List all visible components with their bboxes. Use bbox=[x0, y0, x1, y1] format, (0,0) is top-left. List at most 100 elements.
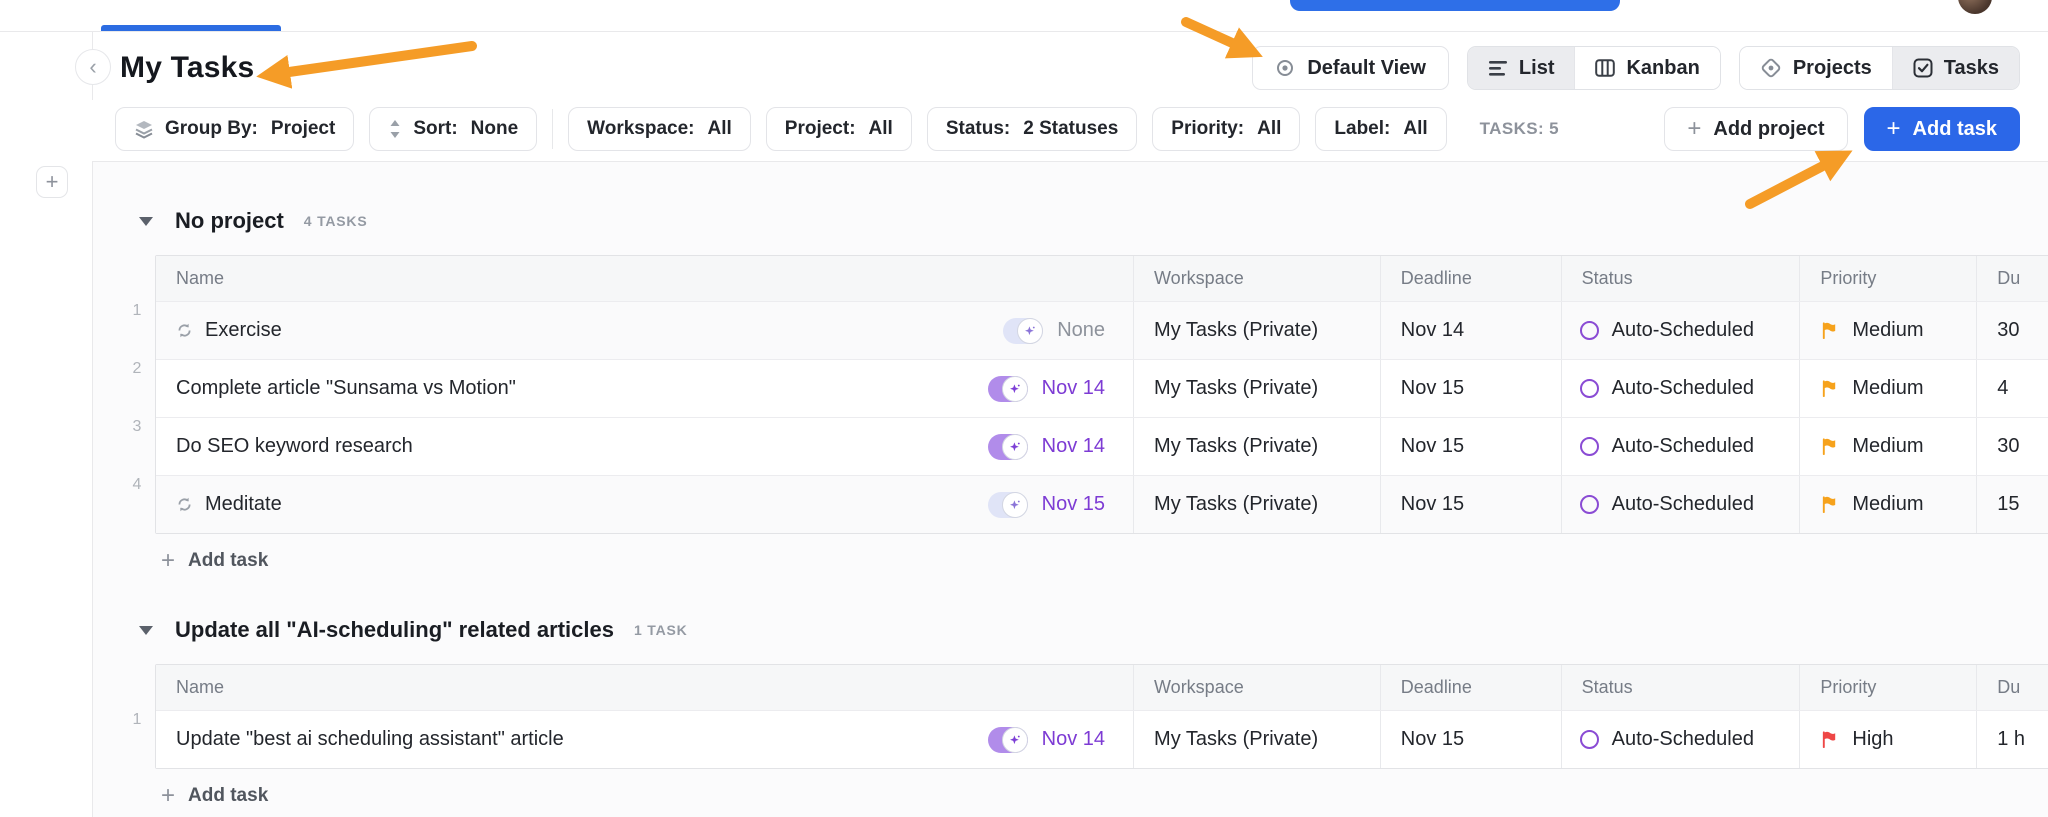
chevron-down-icon[interactable] bbox=[139, 217, 153, 226]
column-header-deadline[interactable]: Deadline bbox=[1380, 665, 1561, 710]
status-cell[interactable]: Auto-Scheduled bbox=[1561, 418, 1800, 475]
column-header-priority[interactable]: Priority bbox=[1799, 665, 1976, 710]
table-header-row: Name Workspace Deadline Status Priority … bbox=[156, 256, 2048, 301]
priority-cell[interactable]: High bbox=[1799, 711, 1976, 768]
plus-icon: + bbox=[161, 549, 175, 573]
add-project-button[interactable]: + Add project bbox=[1664, 107, 1847, 151]
workspace-cell[interactable]: My Tasks (Private) bbox=[1133, 711, 1380, 768]
chevron-down-icon[interactable] bbox=[139, 626, 153, 635]
group-header-articles[interactable]: Update all "AI-scheduling" related artic… bbox=[139, 614, 2048, 646]
priority-cell[interactable]: Medium bbox=[1799, 302, 1976, 359]
add-task-button[interactable]: + Add task bbox=[1864, 107, 2020, 151]
status-cell[interactable]: Auto-Scheduled bbox=[1561, 476, 1800, 533]
table-header-row: Name Workspace Deadline Status Priority … bbox=[156, 665, 2048, 710]
flag-icon bbox=[1820, 437, 1839, 456]
ai-schedule-cluster[interactable]: Nov 15 bbox=[988, 492, 1105, 518]
deadline-cell[interactable]: Nov 15 bbox=[1380, 711, 1561, 768]
back-button[interactable]: ‹ bbox=[75, 49, 111, 85]
column-header-status[interactable]: Status bbox=[1561, 256, 1800, 301]
status-filter-label: Status: bbox=[946, 118, 1010, 140]
workspace-cell[interactable]: My Tasks (Private) bbox=[1133, 302, 1380, 359]
filter-divider bbox=[552, 109, 553, 149]
task-name: Meditate bbox=[205, 493, 282, 516]
column-header-workspace[interactable]: Workspace bbox=[1133, 256, 1380, 301]
workspace-cell[interactable]: My Tasks (Private) bbox=[1133, 360, 1380, 417]
workspace-filter-value: All bbox=[708, 118, 732, 140]
ai-schedule-cluster[interactable]: Nov 14 bbox=[988, 434, 1105, 460]
top-cutoff-blue-button[interactable] bbox=[1290, 0, 1620, 11]
status-label: Auto-Scheduled bbox=[1612, 728, 1754, 751]
user-avatar[interactable] bbox=[1958, 0, 1992, 14]
default-view-button[interactable]: Default View bbox=[1252, 46, 1449, 90]
column-header-name[interactable]: Name bbox=[156, 256, 1133, 301]
duration-cell[interactable]: 4 bbox=[1976, 360, 2048, 417]
toggle-tasks[interactable]: Tasks bbox=[1892, 47, 2019, 89]
sort-label: Sort: bbox=[413, 118, 457, 140]
column-header-name[interactable]: Name bbox=[156, 665, 1133, 710]
table-row[interactable]: 3 Do SEO keyword research Nov 14 My Task… bbox=[156, 417, 2048, 475]
priority-cell[interactable]: Medium bbox=[1799, 418, 1976, 475]
ai-schedule-cluster[interactable]: Nov 14 bbox=[988, 727, 1105, 753]
column-header-workspace[interactable]: Workspace bbox=[1133, 665, 1380, 710]
column-header-duration[interactable]: Du bbox=[1976, 665, 2048, 710]
deadline-cell[interactable]: Nov 14 bbox=[1380, 302, 1561, 359]
status-cell[interactable]: Auto-Scheduled bbox=[1561, 711, 1800, 768]
ai-schedule-date: Nov 14 bbox=[1042, 377, 1105, 400]
toggle-kanban[interactable]: Kanban bbox=[1574, 47, 1719, 89]
ai-schedule-cluster[interactable]: Nov 14 bbox=[988, 376, 1105, 402]
project-filter-button[interactable]: Project: All bbox=[766, 107, 912, 151]
add-task-label: Add task bbox=[1913, 118, 1997, 141]
task-table-articles: Name Workspace Deadline Status Priority … bbox=[155, 664, 2048, 769]
layers-icon bbox=[134, 119, 154, 139]
workspace-cell[interactable]: My Tasks (Private) bbox=[1133, 476, 1380, 533]
deadline-cell[interactable]: Nov 15 bbox=[1380, 418, 1561, 475]
row-number: 3 bbox=[124, 418, 150, 436]
eye-icon bbox=[1275, 58, 1295, 78]
duration-cell[interactable]: 30 bbox=[1976, 302, 2048, 359]
label-filter-label: Label: bbox=[1334, 118, 1390, 140]
workspace-cell[interactable]: My Tasks (Private) bbox=[1133, 418, 1380, 475]
add-project-label: Add project bbox=[1713, 118, 1824, 141]
column-header-status[interactable]: Status bbox=[1561, 665, 1800, 710]
workspace-filter-button[interactable]: Workspace: All bbox=[568, 107, 751, 151]
deadline-cell[interactable]: Nov 15 bbox=[1380, 360, 1561, 417]
table-row[interactable]: 4 Meditate Nov 15 My Tasks (Private) Nov… bbox=[156, 475, 2048, 533]
priority-label: Medium bbox=[1852, 435, 1923, 458]
priority-cell[interactable]: Medium bbox=[1799, 360, 1976, 417]
column-header-priority[interactable]: Priority bbox=[1799, 256, 1976, 301]
toggle-projects[interactable]: Projects bbox=[1740, 47, 1892, 89]
toggle-list[interactable]: List bbox=[1468, 47, 1575, 89]
sort-arrows-icon bbox=[388, 119, 402, 139]
group-header-no-project[interactable]: No project 4 TASKS bbox=[139, 205, 2048, 237]
add-view-button[interactable]: + bbox=[36, 166, 68, 198]
status-cell[interactable]: Auto-Scheduled bbox=[1561, 360, 1800, 417]
task-name: Complete article "Sunsama vs Motion" bbox=[176, 377, 516, 400]
table-row[interactable]: 2 Complete article "Sunsama vs Motion" N… bbox=[156, 359, 2048, 417]
diamond-icon bbox=[1760, 57, 1782, 79]
priority-cell[interactable]: Medium bbox=[1799, 476, 1976, 533]
column-header-duration[interactable]: Du bbox=[1976, 256, 2048, 301]
ai-schedule-date: Nov 14 bbox=[1042, 435, 1105, 458]
table-row[interactable]: 1 Update "best ai scheduling assistant" … bbox=[156, 710, 2048, 768]
add-task-row-button[interactable]: + Add task bbox=[161, 781, 2048, 811]
header-controls: Default View List Kanban bbox=[1252, 46, 2020, 90]
sort-button[interactable]: Sort: None bbox=[369, 107, 537, 151]
deadline-cell[interactable]: Nov 15 bbox=[1380, 476, 1561, 533]
column-header-deadline[interactable]: Deadline bbox=[1380, 256, 1561, 301]
label-filter-button[interactable]: Label: All bbox=[1315, 107, 1446, 151]
group-by-button[interactable]: Group By: Project bbox=[115, 107, 354, 151]
table-row[interactable]: 1 Exercise None My Tasks (Private) Nov 1… bbox=[156, 301, 2048, 359]
duration-cell[interactable]: 15 bbox=[1976, 476, 2048, 533]
add-task-row-button[interactable]: + Add task bbox=[161, 546, 2048, 576]
priority-filter-button[interactable]: Priority: All bbox=[1152, 107, 1300, 151]
tasks-counter: TASKS: 5 bbox=[1480, 119, 1559, 139]
status-filter-button[interactable]: Status: 2 Statuses bbox=[927, 107, 1137, 151]
duration-cell[interactable]: 1 h bbox=[1976, 711, 2048, 768]
priority-filter-value: All bbox=[1257, 118, 1281, 140]
top-divider bbox=[0, 31, 2048, 32]
ai-schedule-cluster[interactable]: None bbox=[1003, 318, 1105, 344]
duration-cell[interactable]: 30 bbox=[1976, 418, 2048, 475]
status-cell[interactable]: Auto-Scheduled bbox=[1561, 302, 1800, 359]
scope-toggle: Projects Tasks bbox=[1739, 46, 2020, 90]
status-ring-icon bbox=[1580, 730, 1599, 749]
